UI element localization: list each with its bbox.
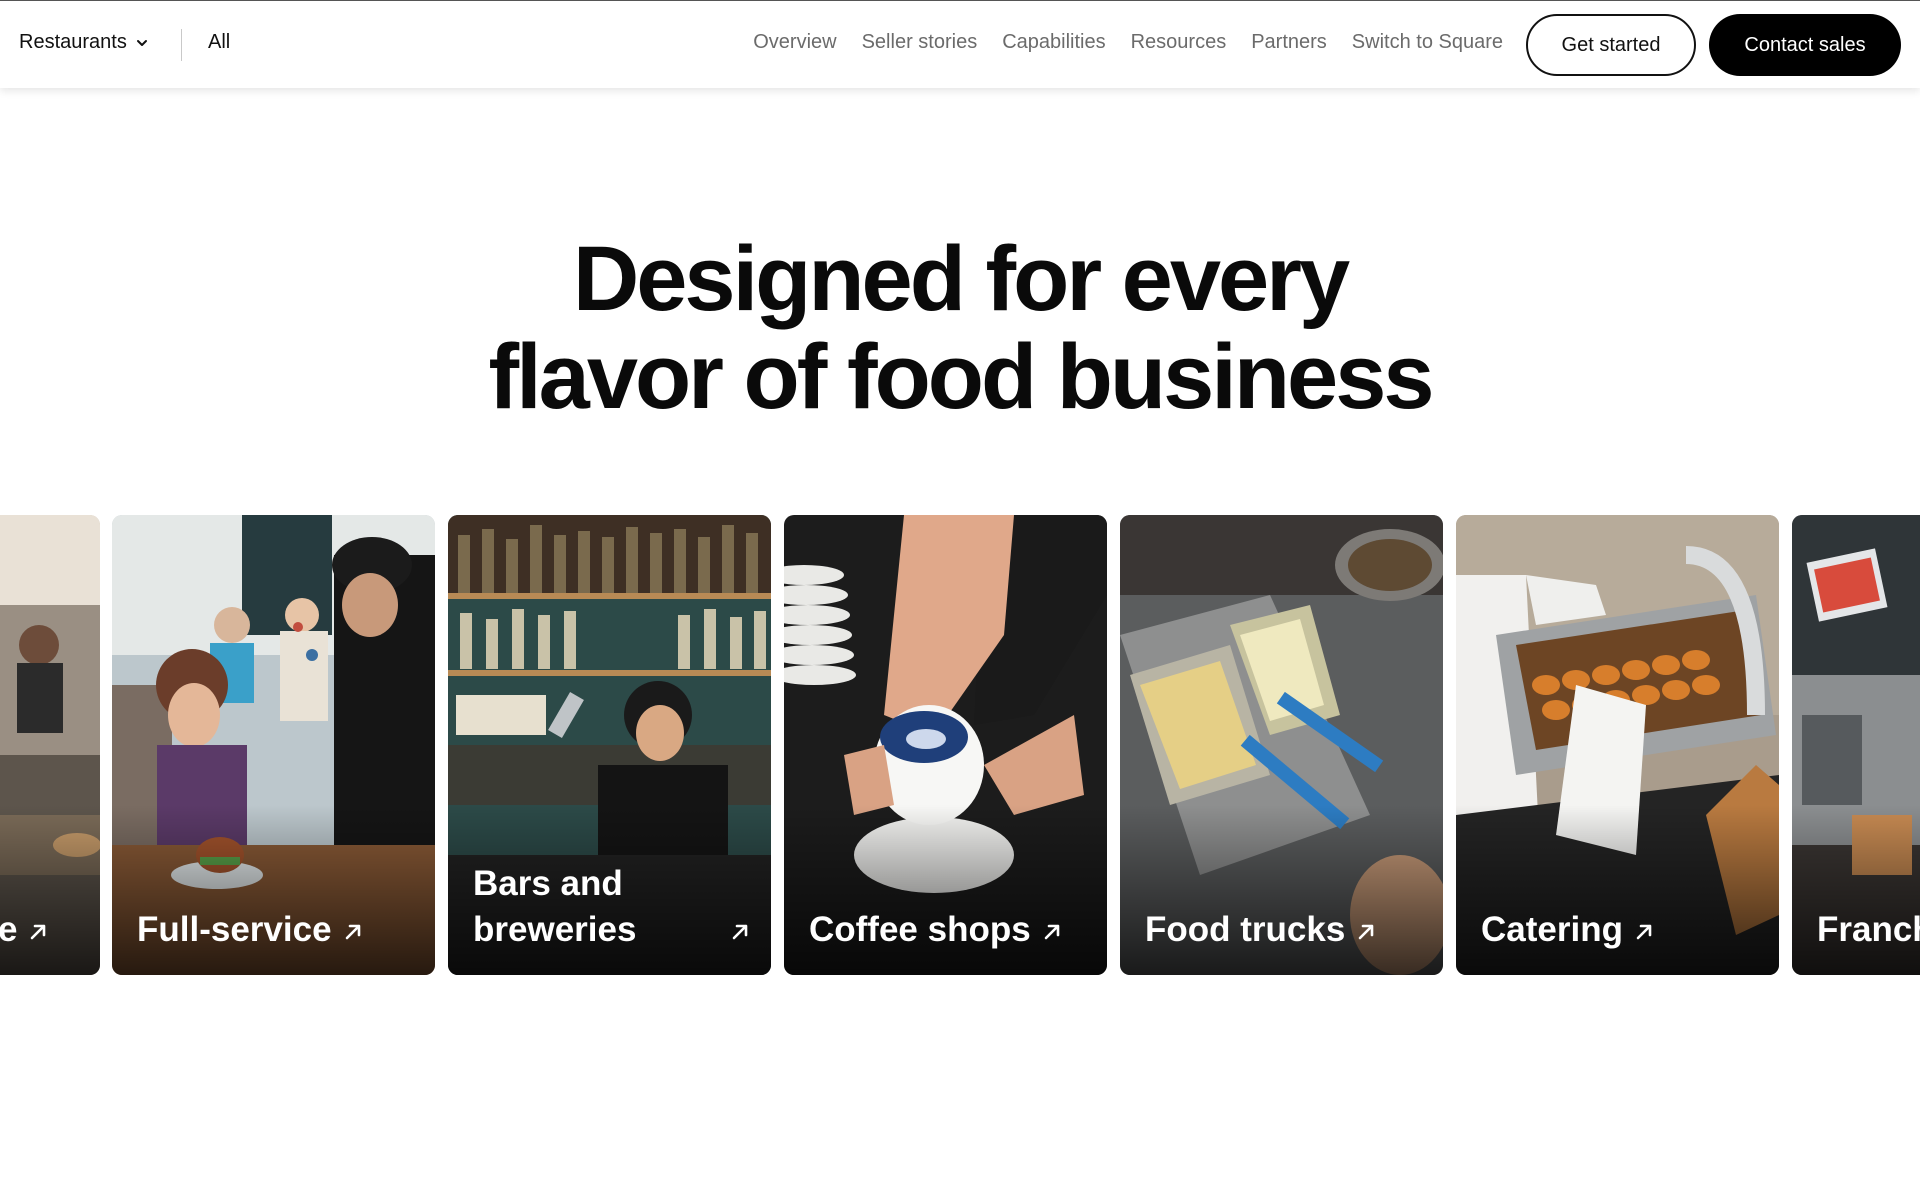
get-started-button[interactable]: Get started	[1526, 14, 1696, 76]
arrow-up-right-icon	[31, 924, 46, 940]
all-link[interactable]: All	[208, 31, 230, 54]
nav-link-partners[interactable]: Partners	[1251, 31, 1327, 54]
card-full-service[interactable]: Full-service	[112, 515, 435, 975]
card-label: Bars and breweries	[473, 861, 751, 953]
section-nav: Overview Seller stories Capabilities Res…	[753, 31, 1503, 54]
card-label-text: Catering	[1481, 910, 1623, 949]
card-label: Coffee shops	[809, 907, 1087, 953]
chevron-down-icon	[135, 36, 149, 50]
business-type-carousel: e Full-service Bars and breweries Coffee…	[0, 515, 1920, 975]
arrow-up-right-icon	[1636, 924, 1652, 940]
card-label-text: Franch	[1817, 910, 1920, 949]
card-label-text: e	[0, 910, 18, 949]
arrow-up-right-icon	[732, 924, 748, 940]
arrow-up-right-icon	[1358, 924, 1374, 940]
contact-sales-button[interactable]: Contact sales	[1709, 14, 1901, 76]
card-franchise-partial[interactable]: Franch	[1792, 515, 1920, 975]
card-label-text: Full-service	[137, 910, 332, 949]
card-label-text: Coffee shops	[809, 910, 1031, 949]
page-headline: Designed for every flavor of food busine…	[0, 230, 1920, 426]
card-label: Franch	[1817, 907, 1920, 953]
headline-line-2: flavor of food business	[488, 326, 1434, 428]
nav-link-seller-stories[interactable]: Seller stories	[862, 31, 978, 54]
card-label-text: Bars and breweries	[473, 864, 637, 949]
card-bars-and-breweries[interactable]: Bars and breweries	[448, 515, 771, 975]
nav-link-resources[interactable]: Resources	[1131, 31, 1227, 54]
top-navigation-bar: Restaurants All Overview Seller stories …	[0, 0, 1920, 88]
card-label: Full-service	[137, 907, 415, 953]
nav-link-overview[interactable]: Overview	[753, 31, 836, 54]
category-dropdown-label: Restaurants	[19, 31, 127, 53]
card-label: Catering	[1481, 907, 1759, 953]
nav-divider	[181, 29, 182, 61]
headline-line-1: Designed for every	[572, 228, 1350, 330]
category-dropdown[interactable]: Restaurants	[19, 31, 149, 54]
arrow-up-right-icon	[345, 924, 360, 940]
arrow-up-right-icon	[1044, 924, 1060, 940]
card-catering[interactable]: Catering	[1456, 515, 1779, 975]
card-label: Food trucks	[1145, 907, 1423, 953]
card-quick-service-partial[interactable]: e	[0, 515, 100, 975]
card-label: e	[0, 907, 80, 953]
card-label-text: Food trucks	[1145, 910, 1346, 949]
nav-link-capabilities[interactable]: Capabilities	[1002, 31, 1105, 54]
card-coffee-shops[interactable]: Coffee shops	[784, 515, 1107, 975]
nav-link-switch-to-square[interactable]: Switch to Square	[1352, 31, 1503, 54]
card-food-trucks[interactable]: Food trucks	[1120, 515, 1443, 975]
